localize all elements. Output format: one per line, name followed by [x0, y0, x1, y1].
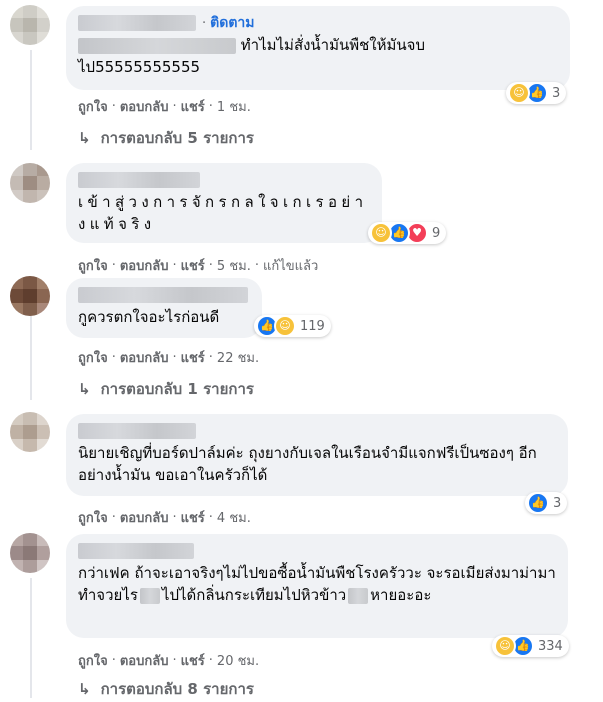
reaction-summary[interactable]: 👍 3: [525, 492, 568, 514]
like-button[interactable]: ถูกใจ: [78, 255, 108, 276]
reply-arrow-icon: ↳: [78, 380, 91, 398]
redacted-name: [78, 423, 196, 439]
comment-bubble: กูควรตกใจอะไรก่อนดี: [66, 278, 262, 338]
reply-arrow-icon: ↳: [78, 680, 91, 698]
comment-actions: ถูกใจ · ตอบกลับ · แชร์ · 20 ชม.: [78, 650, 259, 671]
reaction-summary[interactable]: ☺ 👍 ♥ 9: [368, 222, 447, 244]
timestamp[interactable]: 20 ชม.: [217, 650, 259, 671]
edited-label: แก้ไขแล้ว: [263, 259, 319, 274]
comment-text: ทำไมไม่สั่งน้ำมันพืชให้มันจบ ไป555555555…: [78, 36, 425, 76]
view-replies-link[interactable]: ↳ การตอบกลับ 1 รายการ: [78, 377, 254, 401]
share-button[interactable]: แชร์: [181, 96, 205, 117]
timestamp[interactable]: 5 ชม.: [217, 255, 251, 276]
redacted-name: [78, 287, 248, 303]
thread-line: [30, 308, 32, 400]
name-row: [78, 171, 370, 189]
haha-icon: ☺: [274, 315, 296, 337]
redacted-mention: [78, 37, 236, 54]
timestamp[interactable]: 22 ชม.: [217, 347, 259, 368]
comment-bubble: นิยายเชิญที่บอร์ดปาล์มค่ะ ถุงยางกับเจลใน…: [66, 414, 568, 496]
comment-text: กว่าเฟค ถ้าจะเอาจริงๆไม่ไปขอซื้อน้ำมันพื…: [78, 564, 556, 604]
timestamp[interactable]: 1 ชม.: [217, 96, 251, 117]
reaction-summary[interactable]: ☺ 👍 334: [492, 635, 569, 657]
comment-actions: ถูกใจ · ตอบกลับ · แชร์ · 4 ชม.: [78, 507, 251, 528]
haha-icon: ☺: [370, 222, 392, 244]
redacted-word: [139, 587, 160, 604]
comment-bubble: เข้าสู่วงการจักรกลใจเกเรอย่างแท้จริง: [66, 163, 382, 243]
separator-dot: ·: [202, 15, 207, 31]
redacted-name: [78, 172, 200, 188]
comment-actions: ถูกใจ · ตอบกลับ · แชร์ · 22 ชม.: [78, 347, 259, 368]
reply-button[interactable]: ตอบกลับ: [120, 96, 169, 117]
view-replies-link[interactable]: ↳ การตอบกลับ 8 รายการ: [78, 677, 254, 701]
like-button[interactable]: ถูกใจ: [78, 650, 108, 671]
comment-bubble: กว่าเฟค ถ้าจะเอาจริงๆไม่ไปขอซื้อน้ำมันพื…: [66, 534, 568, 638]
avatar[interactable]: [10, 412, 50, 452]
reply-button[interactable]: ตอบกลับ: [120, 347, 169, 368]
like-button[interactable]: ถูกใจ: [78, 347, 108, 368]
name-row: [78, 286, 250, 304]
comment-actions: ถูกใจ · ตอบกลับ · แชร์ · 5 ชม. · แก้ไขแล…: [78, 255, 318, 276]
comment-bubble: · ติดตาม ทำไมไม่สั่งน้ำมันพืชให้มันจบ ไป…: [66, 6, 570, 90]
reply-arrow-icon: ↳: [78, 129, 91, 147]
share-button[interactable]: แชร์: [181, 347, 205, 368]
reaction-summary[interactable]: ☺ 👍 3: [506, 82, 567, 104]
haha-icon: ☺: [508, 82, 530, 104]
reaction-summary[interactable]: 👍 ☺ 119: [254, 315, 331, 337]
redacted-name: [78, 15, 196, 31]
reply-button[interactable]: ตอบกลับ: [120, 255, 169, 276]
avatar[interactable]: [10, 163, 50, 203]
share-button[interactable]: แชร์: [181, 650, 205, 671]
haha-icon: ☺: [494, 635, 516, 657]
view-replies-link[interactable]: ↳ การตอบกลับ 5 รายการ: [78, 126, 254, 150]
thread-line: [30, 50, 32, 150]
name-row: [78, 422, 556, 440]
share-button[interactable]: แชร์: [181, 255, 205, 276]
avatar[interactable]: [10, 533, 50, 573]
name-row: [78, 542, 556, 560]
comment-text: เข้าสู่วงการจักรกลใจเกเรอย่างแท้จริง: [78, 193, 368, 233]
share-button[interactable]: แชร์: [181, 507, 205, 528]
comment-text: กูควรตกใจอะไรก่อนดี: [78, 308, 220, 326]
thread-line: [30, 578, 32, 698]
reply-button[interactable]: ตอบกลับ: [120, 507, 169, 528]
like-icon: 👍: [527, 492, 549, 514]
timestamp[interactable]: 4 ชม.: [217, 507, 251, 528]
avatar[interactable]: [10, 276, 50, 316]
name-row: · ติดตาม: [78, 14, 558, 32]
follow-link[interactable]: ติดตาม: [210, 12, 254, 34]
redacted-word: [348, 587, 369, 604]
like-button[interactable]: ถูกใจ: [78, 96, 108, 117]
redacted-name: [78, 543, 194, 559]
like-button[interactable]: ถูกใจ: [78, 507, 108, 528]
reply-button[interactable]: ตอบกลับ: [120, 650, 169, 671]
comment-text: นิยายเชิญที่บอร์ดปาล์มค่ะ ถุงยางกับเจลใน…: [78, 444, 537, 484]
comment-actions: ถูกใจ · ตอบกลับ · แชร์ · 1 ชม.: [78, 96, 251, 117]
avatar[interactable]: [10, 5, 50, 45]
